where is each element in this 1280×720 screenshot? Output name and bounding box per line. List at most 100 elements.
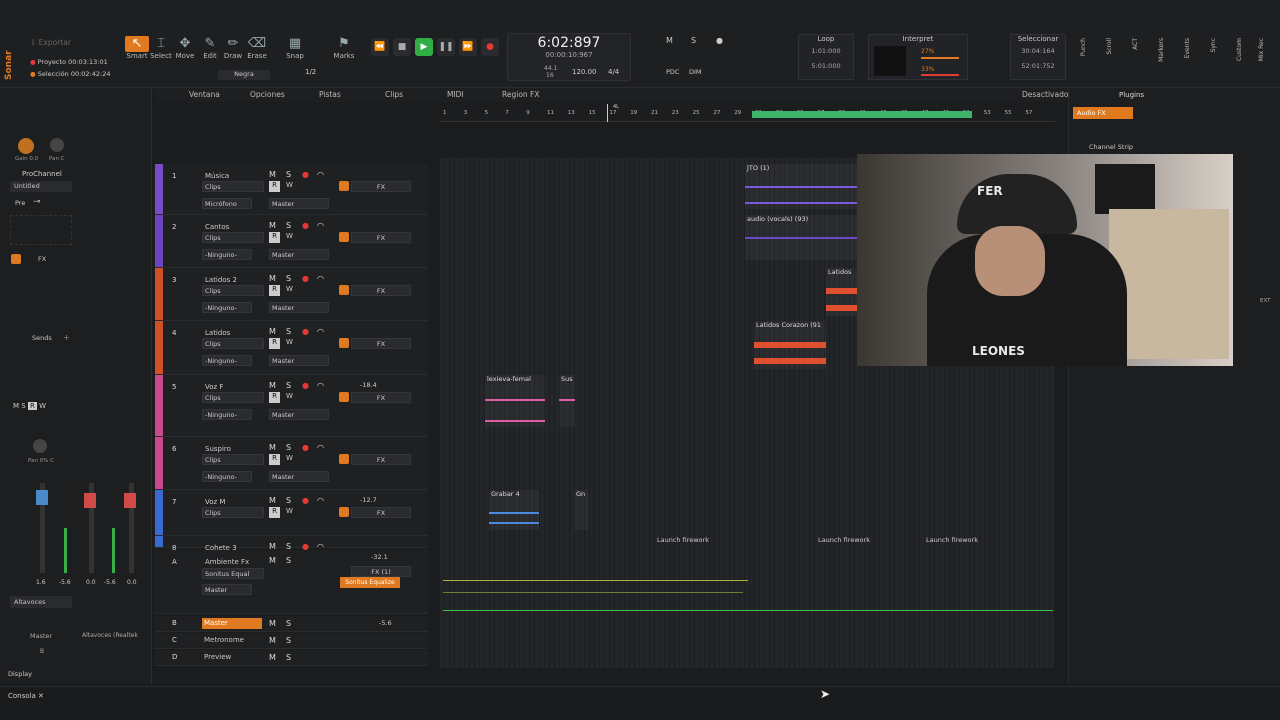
record-button[interactable]: ● <box>481 38 499 56</box>
loop-end[interactable]: 5:01:000 <box>799 62 853 70</box>
track-monitor-icon[interactable]: ◠ <box>317 327 324 336</box>
track-fx-bin[interactable]: FX <box>351 285 411 296</box>
write-btn[interactable]: W <box>39 402 46 410</box>
track-3[interactable]: 3 Latidos 2 M S ● ◠ Clips R W -Ninguno- M… <box>155 268 428 321</box>
master-fader-handle[interactable] <box>84 493 96 508</box>
menu-desactivado[interactable]: Desactivado <box>1022 90 1068 99</box>
track-record-button[interactable]: ● <box>302 221 309 230</box>
monitor-rec[interactable]: ● <box>716 36 723 45</box>
tempo[interactable]: 120.00 <box>572 68 597 76</box>
track-read-button[interactable]: R <box>269 454 280 465</box>
track-output-select[interactable]: Master <box>269 198 329 209</box>
track-clips-select[interactable]: Clips <box>202 507 264 518</box>
track-record-button[interactable]: ● <box>302 327 309 336</box>
track-clips-select[interactable]: Clips <box>202 454 264 465</box>
master-solo-button[interactable]: S <box>286 636 291 645</box>
track-name[interactable]: Latidos <box>205 329 230 337</box>
play-button[interactable]: ▶ <box>415 38 433 56</box>
eq-icon[interactable]: ⊸ <box>33 197 41 207</box>
select-start[interactable]: 30:04:164 <box>1011 47 1065 55</box>
master-track-1[interactable]: C Metronome M S <box>155 633 428 649</box>
automation-line-2[interactable] <box>443 610 1053 611</box>
track-solo-button[interactable]: S <box>286 274 291 283</box>
track-read-button[interactable]: R <box>269 181 280 192</box>
dim-button[interactable]: DIM <box>689 68 702 76</box>
track-monitor-icon[interactable]: ◠ <box>317 274 324 283</box>
move-tool-button[interactable]: ✥ Move <box>173 36 197 60</box>
track-volume[interactable]: -12.7 <box>360 496 377 504</box>
track-name[interactable]: Voz M <box>205 498 225 506</box>
master-solo-button[interactable]: S <box>286 653 291 662</box>
bus-solo-button[interactable]: S <box>286 556 291 565</box>
bus-fx-bin[interactable]: FX (1) <box>351 566 411 577</box>
track-output-select[interactable]: Master <box>269 409 329 420</box>
console-tab[interactable]: Consola ✕ <box>8 692 44 700</box>
output-select[interactable]: Altavoces <box>10 596 72 608</box>
track-clips-select[interactable]: Clips <box>202 232 264 243</box>
track-mute-button[interactable]: M <box>269 327 276 336</box>
track-solo-button[interactable]: S <box>286 496 291 505</box>
snap-value[interactable]: 1/2 <box>305 68 316 76</box>
track-mute-button[interactable]: M <box>269 443 276 452</box>
track-input-select[interactable]: Micrófono <box>202 198 252 209</box>
master-mute-button[interactable]: M <box>269 636 276 645</box>
bus-name[interactable]: Ambiente Fx <box>205 558 249 566</box>
track-8[interactable]: 8 Cohete 3 M S ● ◠ <box>155 536 428 552</box>
track-name[interactable]: Cantos <box>205 223 229 231</box>
track-write-button[interactable]: W <box>286 181 293 189</box>
track-clips-select[interactable]: Clips <box>202 392 264 403</box>
loop-panel[interactable]: Loop 1:01:000 5:01:000 <box>798 34 854 80</box>
clip-grabar4[interactable]: Grabar 4 <box>489 490 539 530</box>
track-monitor-icon[interactable]: ◠ <box>317 221 324 230</box>
master-name[interactable]: Preview <box>202 652 262 663</box>
marks-button[interactable]: ⚑ Marks <box>332 36 356 60</box>
track-volume[interactable]: -18.4 <box>360 381 377 389</box>
track-monitor-icon[interactable]: ◠ <box>317 496 324 505</box>
track-write-button[interactable]: W <box>286 392 293 400</box>
track-record-button[interactable]: ● <box>302 496 309 505</box>
gain-knob[interactable] <box>18 138 34 154</box>
track-fx-enable[interactable] <box>339 285 349 295</box>
track-monitor-icon[interactable]: ◠ <box>317 443 324 452</box>
time-display[interactable]: 6:02:897 00:00:10:967 44.1 16 120.00 4/4 <box>507 33 631 81</box>
track-fx-bin[interactable]: FX <box>351 392 411 403</box>
fx-clip-1[interactable]: Launch firework <box>657 536 709 544</box>
forward-button[interactable]: ⏩ <box>459 38 477 56</box>
track-fx-enable[interactable] <box>339 507 349 517</box>
master-solo-button[interactable]: S <box>286 619 291 628</box>
track-record-button[interactable]: ● <box>302 170 309 179</box>
track-fader-handle[interactable] <box>36 490 48 505</box>
automation-line-1[interactable] <box>443 580 748 581</box>
track-read-button[interactable]: R <box>269 392 280 403</box>
track-5[interactable]: 5 Voz F M S ● ◠ -18.4 Clips R W -Ninguno- … <box>155 375 428 437</box>
track-write-button[interactable]: W <box>286 285 293 293</box>
master-volume[interactable]: -5.6 <box>379 619 392 627</box>
track-fx-bin[interactable]: FX <box>351 454 411 465</box>
master-track-2[interactable]: D Preview M S <box>155 650 428 666</box>
select-panel[interactable]: Seleccionar 30:04:164 52:01:752 <box>1010 34 1066 80</box>
track-input-select[interactable]: -Ninguno- <box>202 355 252 366</box>
pause-button[interactable]: ❚❚ <box>437 38 455 56</box>
bus-fx-label[interactable]: Sonitus Equalize <box>340 577 400 588</box>
track-input-select[interactable]: -Ninguno- <box>202 249 252 260</box>
clip-gn[interactable]: Gn <box>574 490 588 530</box>
track-name[interactable]: Voz F <box>205 383 223 391</box>
track-record-button[interactable]: ● <box>302 381 309 390</box>
mute-btn[interactable]: M <box>13 402 19 410</box>
track-output-select[interactable]: Master <box>269 302 329 313</box>
track-fx-enable[interactable] <box>339 181 349 191</box>
master-mute-button[interactable]: M <box>269 653 276 662</box>
track-mute-button[interactable]: M <box>269 170 276 179</box>
track-output-select[interactable]: Master <box>269 471 329 482</box>
track-read-button[interactable]: R <box>269 338 280 349</box>
track-write-button[interactable]: W <box>286 338 293 346</box>
now-marker[interactable] <box>607 104 608 122</box>
bus-plugin-select[interactable]: Sonitus Equal <box>202 568 264 579</box>
track-mute-button[interactable]: M <box>269 496 276 505</box>
interpret-panel[interactable]: Interpret 27% 33% <box>868 34 968 80</box>
bus-volume[interactable]: -32.1 <box>371 553 388 561</box>
track-write-button[interactable]: W <box>286 454 293 462</box>
track-write-button[interactable]: W <box>286 232 293 240</box>
module-sync[interactable]: Sync <box>1210 38 1217 52</box>
track-solo-button[interactable]: S <box>286 170 291 179</box>
